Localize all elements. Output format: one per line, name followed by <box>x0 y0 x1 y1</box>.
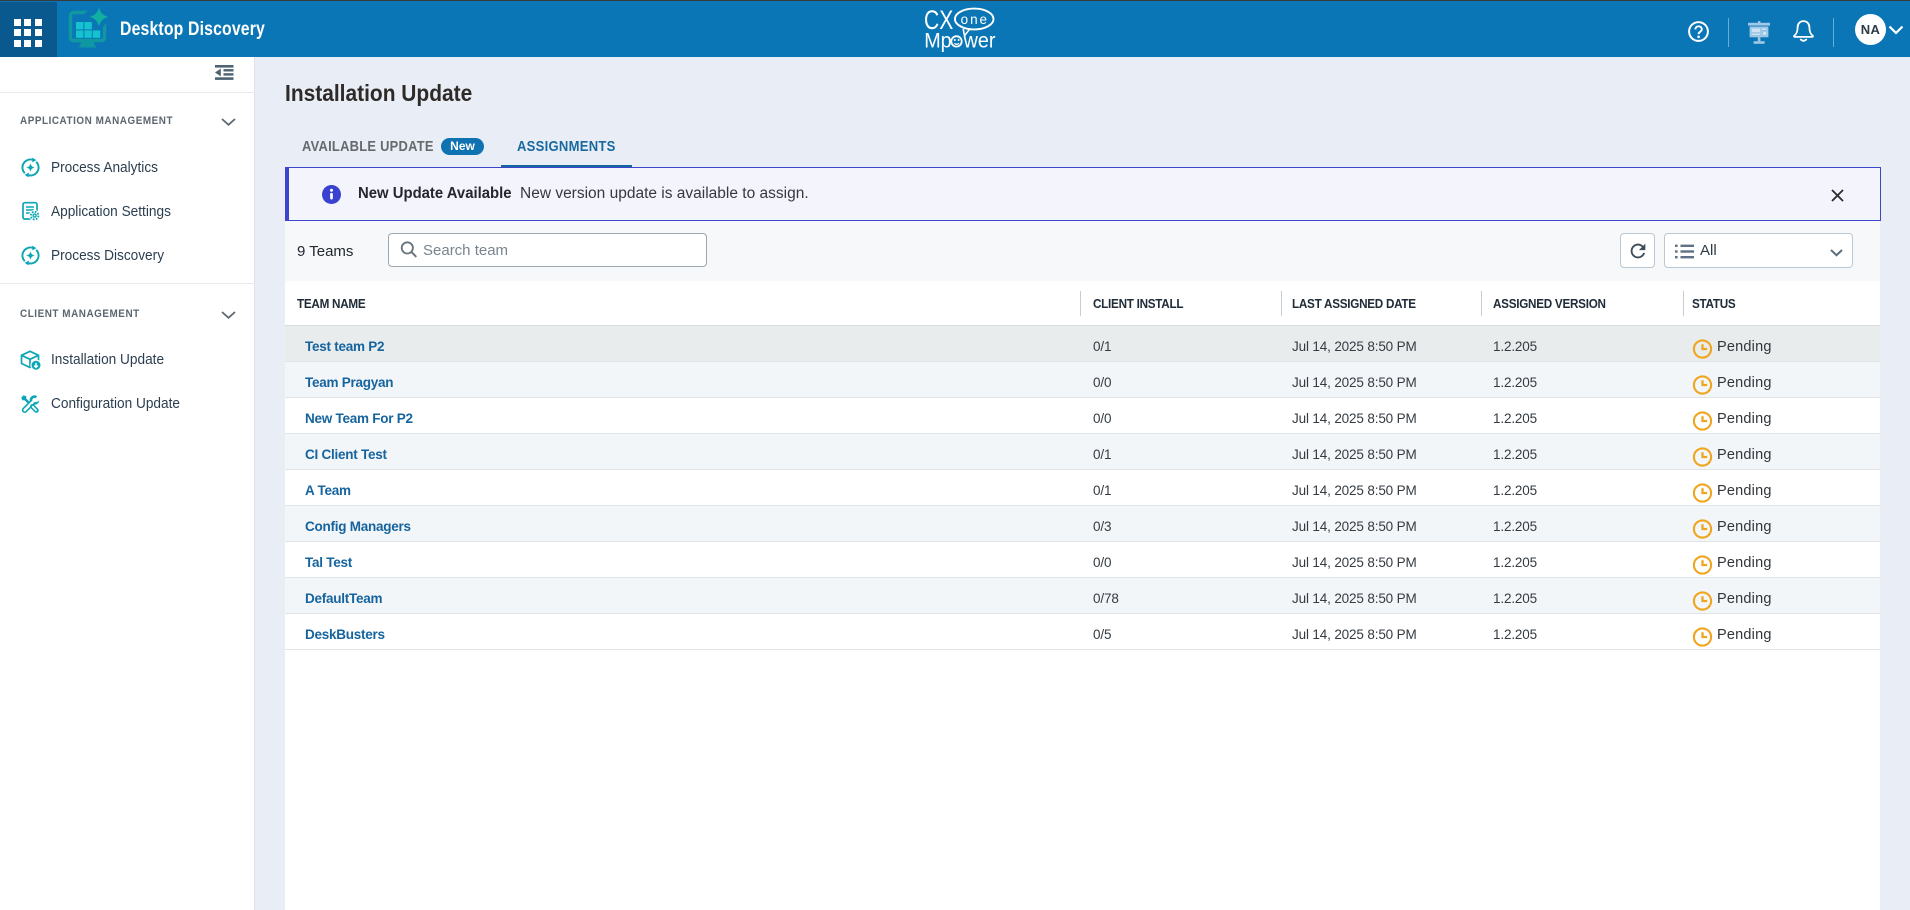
svg-text:wer: wer <box>963 29 996 53</box>
svg-text:Mp: Mp <box>924 29 951 53</box>
svg-text:one: one <box>961 12 989 27</box>
